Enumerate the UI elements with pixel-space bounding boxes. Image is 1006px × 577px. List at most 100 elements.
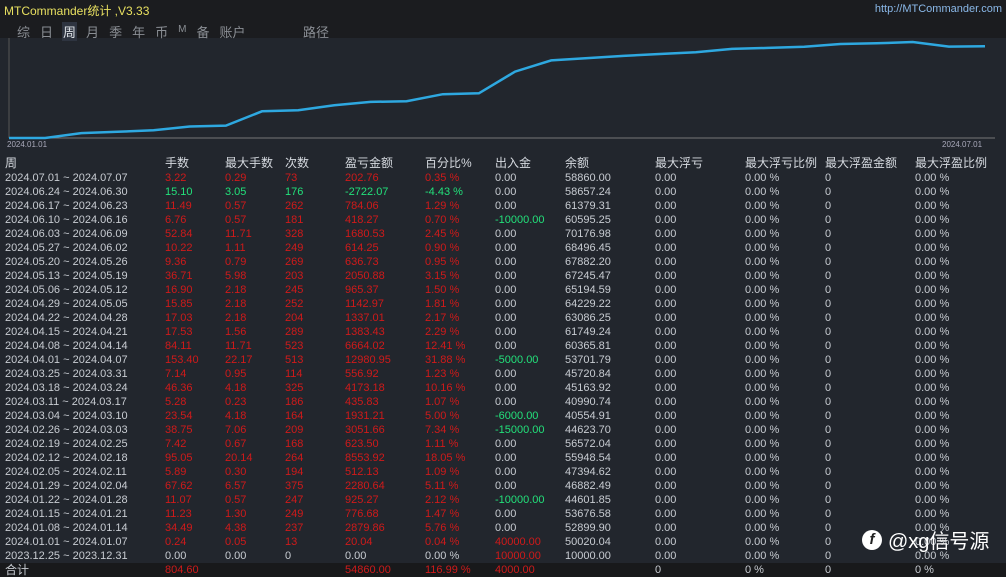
table-row[interactable]: 2024.01.29 ~ 2024.02.04 67.62 6.57 375 2280.…: [0, 479, 1006, 493]
cell-6: 0.00: [495, 200, 517, 212]
table-row[interactable]: 2024.04.29 ~ 2024.05.05 15.85 2.18 252 1142.…: [0, 297, 1006, 311]
x-end-label: 2024.07.01: [942, 140, 983, 149]
table-row[interactable]: 2024.06.03 ~ 2024.06.09 52.84 11.71 328 1680…: [0, 227, 1006, 241]
cell-0: 2024.03.25 ~ 2024.03.31: [5, 368, 128, 380]
table-row[interactable]: 2024.06.17 ~ 2024.06.23 11.49 0.57 262 784.0…: [0, 199, 1006, 213]
cell-8: 0.00: [655, 172, 677, 184]
table-row[interactable]: 2024.02.05 ~ 2024.02.11 5.89 0.30 194 512.13…: [0, 465, 1006, 479]
column-header[interactable]: 最大浮亏: [655, 155, 703, 171]
cell-0: 2024.01.29 ~ 2024.02.04: [5, 480, 128, 492]
cell-1: 3.22: [165, 172, 187, 184]
column-header[interactable]: 手数: [165, 155, 189, 171]
table-row[interactable]: 2024.06.10 ~ 2024.06.16 6.76 0.57 181 418.27…: [0, 213, 1006, 227]
table-row[interactable]: 2024.05.06 ~ 2024.05.12 16.90 2.18 245 965.3…: [0, 283, 1006, 297]
column-header[interactable]: 余额: [565, 155, 589, 171]
cell-10: 0: [825, 508, 832, 520]
table-row[interactable]: 2024.03.11 ~ 2024.03.17 5.28 0.23 186 435.83…: [0, 395, 1006, 409]
table-row[interactable]: 2024.04.22 ~ 2024.04.28 17.03 2.18 204 1337.…: [0, 311, 1006, 325]
cell-1: 153.40: [165, 354, 199, 366]
cell-7: 61379.31: [565, 200, 611, 212]
cell-11: 0.00 %: [915, 284, 950, 296]
column-header[interactable]: 最大手数: [225, 155, 273, 171]
table-row[interactable]: 2024.03.25 ~ 2024.03.31 7.14 0.95 114 556.92…: [0, 367, 1006, 381]
x-start-label: 2024.01.01: [7, 140, 48, 149]
cell-6: 0.00: [495, 522, 517, 534]
cell-11: 0.00 %: [915, 214, 950, 226]
cell-10: 0: [825, 536, 832, 548]
cell-1: 46.36: [165, 382, 193, 394]
cell-6: 40000.00: [495, 536, 541, 548]
table-row[interactable]: 2023.12.25 ~ 2023.12.31 0.00 0.00 0 0.00 0.00…: [0, 549, 1006, 563]
table-row[interactable]: 2024.05.27 ~ 2024.06.02 10.22 1.11 249 614.2…: [0, 241, 1006, 255]
cell-9: 0.00 %: [745, 354, 780, 366]
cell-11: 0.00 %: [915, 326, 950, 338]
cell-5: 1.29 %: [425, 200, 460, 212]
cell-8: 0.00: [655, 438, 677, 450]
cell-11: 0.00 %: [915, 270, 950, 282]
cell-10: 0: [825, 326, 832, 338]
cell-0: 2024.03.04 ~ 2024.03.10: [5, 410, 128, 422]
cell-11: 0.00 %: [915, 494, 950, 506]
cell-8: 0.00: [655, 228, 677, 240]
table-row[interactable]: 2024.04.08 ~ 2024.04.14 84.11 11.71 523 6664…: [0, 339, 1006, 353]
cell-10: 0: [825, 242, 832, 254]
cell-4: 20.04: [345, 536, 373, 548]
cell-2: 5.98: [225, 270, 247, 282]
column-header[interactable]: 周: [5, 155, 17, 171]
cell-5: 10.16 %: [425, 382, 466, 394]
cell-1: 5.89: [165, 466, 187, 478]
table-row[interactable]: 2024.02.12 ~ 2024.02.18 95.05 20.14 264 8553…: [0, 451, 1006, 465]
table-row[interactable]: 2024.05.13 ~ 2024.05.19 36.71 5.98 203 2050.…: [0, 269, 1006, 283]
column-header[interactable]: 最大浮盈金额: [825, 155, 897, 171]
cell-2: 4.38: [225, 522, 247, 534]
column-header[interactable]: 最大浮亏比例: [745, 155, 817, 171]
table-row[interactable]: 2024.04.01 ~ 2024.04.07 153.40 22.17 513 129…: [0, 353, 1006, 367]
table-row[interactable]: 2024.01.08 ~ 2024.01.14 34.49 4.38 237 2879.…: [0, 521, 1006, 535]
cell-3: 328: [285, 228, 304, 240]
cell-5: 2.45 %: [425, 228, 460, 240]
cell-2: 4.18: [225, 410, 247, 422]
table-row[interactable]: 2024.01.15 ~ 2024.01.21 11.23 1.30 249 776.6…: [0, 507, 1006, 521]
total-cell-9: 0 %: [745, 564, 764, 576]
table-row[interactable]: 2024.01.01 ~ 2024.01.07 0.24 0.05 13 20.04 0.…: [0, 535, 1006, 549]
cell-9: 0.00 %: [745, 382, 780, 394]
cell-10: 0: [825, 298, 832, 310]
table-row[interactable]: 2024.01.22 ~ 2024.01.28 11.07 0.57 247 925.2…: [0, 493, 1006, 507]
cell-5: 1.50 %: [425, 284, 460, 296]
cell-10: 0: [825, 410, 832, 422]
column-header[interactable]: 次数: [285, 155, 309, 171]
cell-10: 0: [825, 480, 832, 492]
column-header[interactable]: 最大浮盈比例: [915, 155, 987, 171]
cell-5: 12.41 %: [425, 340, 466, 352]
cell-10: 0: [825, 452, 832, 464]
cell-8: 0.00: [655, 354, 677, 366]
table-row[interactable]: 2024.07.01 ~ 2024.07.07 3.22 0.29 73 202.76 0…: [0, 171, 1006, 185]
table-row[interactable]: 2024.03.04 ~ 2024.03.10 23.54 4.18 164 1931.…: [0, 409, 1006, 423]
cell-10: 0: [825, 466, 832, 478]
cell-10: 0: [825, 256, 832, 268]
cell-2: 0.57: [225, 494, 247, 506]
cell-5: 0.90 %: [425, 242, 460, 254]
cell-7: 10000.00: [565, 550, 611, 562]
table-row[interactable]: 2024.02.26 ~ 2024.03.03 38.75 7.06 209 3051.…: [0, 423, 1006, 437]
table-row[interactable]: 2024.03.18 ~ 2024.03.24 46.36 4.18 325 4173.…: [0, 381, 1006, 395]
column-header[interactable]: 盈亏金额: [345, 155, 393, 171]
cell-4: 925.27: [345, 494, 379, 506]
cell-10: 0: [825, 228, 832, 240]
cell-11: 0.00 %: [915, 410, 950, 422]
table-row[interactable]: 2024.05.20 ~ 2024.05.26 9.36 0.79 269 636.73…: [0, 255, 1006, 269]
table-row[interactable]: 2024.02.19 ~ 2024.02.25 7.42 0.67 168 623.50…: [0, 437, 1006, 451]
website-link[interactable]: http://MTCommander.com: [875, 3, 1002, 15]
column-header[interactable]: 百分比%: [425, 155, 472, 171]
cell-3: 168: [285, 438, 304, 450]
column-header[interactable]: 出入金: [495, 155, 531, 171]
table-row[interactable]: 2024.04.15 ~ 2024.04.21 17.53 1.56 289 1383.…: [0, 325, 1006, 339]
cell-6: 0.00: [495, 270, 517, 282]
table-row[interactable]: 2024.06.24 ~ 2024.06.30 15.10 3.05 176 -2722…: [0, 185, 1006, 199]
cell-0: 2024.06.03 ~ 2024.06.09: [5, 228, 128, 240]
total-row: 合计 804.60 54860.00 116.99 % 4000.00 0 0 % 0 0 %: [0, 563, 1006, 577]
cell-8: 0.00: [655, 452, 677, 464]
cell-2: 0.67: [225, 438, 247, 450]
cell-7: 53701.79: [565, 354, 611, 366]
cell-8: 0.00: [655, 340, 677, 352]
